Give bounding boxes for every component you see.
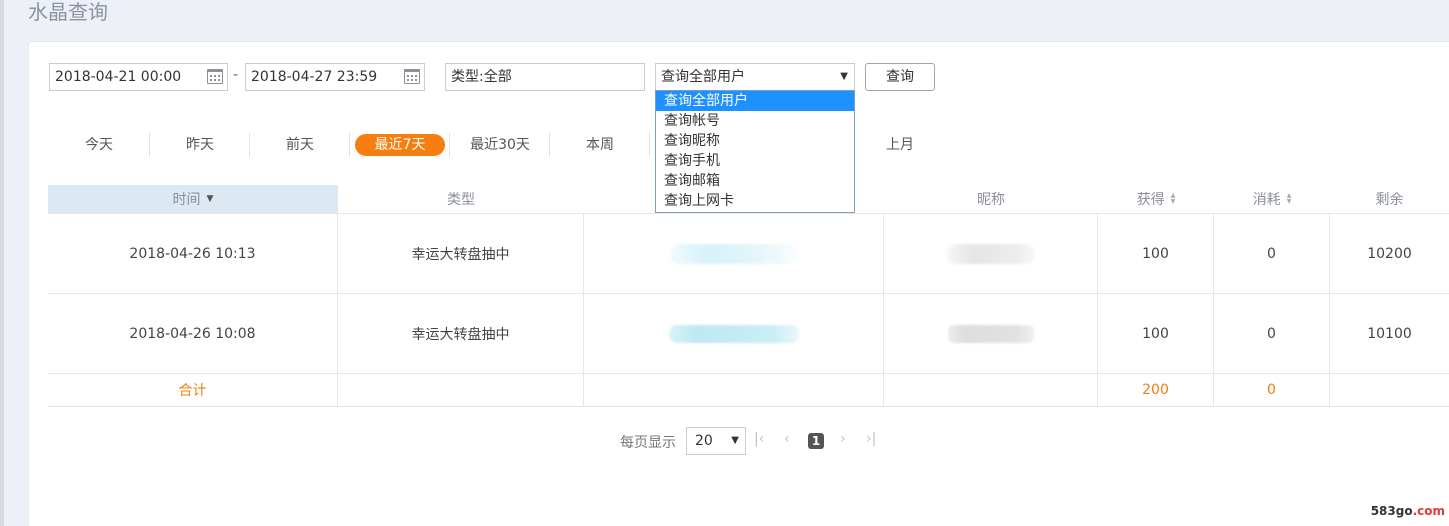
caret-down-icon: ▼ bbox=[840, 71, 848, 82]
end-date-input[interactable]: 2018-04-27 23:59 bbox=[245, 63, 425, 91]
date-range-separator: - bbox=[233, 67, 239, 83]
cell-type: 幸运大转盘抽中 bbox=[338, 294, 584, 373]
current-page[interactable]: 1 bbox=[808, 433, 824, 449]
column-header-label: 获得 bbox=[1136, 192, 1165, 208]
tab-this-week[interactable]: 本周 bbox=[550, 133, 650, 157]
last-page-icon[interactable]: ›| bbox=[866, 431, 876, 447]
cell-gain: 100 bbox=[1098, 214, 1214, 293]
column-header-type: 类型 bbox=[338, 185, 584, 213]
calendar-icon[interactable] bbox=[207, 69, 223, 84]
column-header-gain[interactable]: 获得 ▲ ▼ bbox=[1098, 185, 1214, 213]
total-gain: 200 bbox=[1098, 374, 1214, 406]
redacted-account bbox=[668, 324, 799, 343]
column-header-remaining: 剩余 bbox=[1330, 185, 1449, 213]
column-header-label: 消耗 bbox=[1252, 192, 1281, 208]
cell-remaining: 10200 bbox=[1367, 245, 1412, 262]
column-header-time[interactable]: 时间 ▼ bbox=[48, 185, 338, 213]
dropdown-option[interactable]: 查询帐号 bbox=[656, 111, 854, 131]
watermark: 583go.com bbox=[1371, 504, 1445, 518]
prev-page-icon[interactable]: ‹ bbox=[784, 431, 790, 447]
cell-time: 2018-04-26 10:08 bbox=[48, 294, 338, 373]
tab-label: 最近30天 bbox=[470, 137, 530, 153]
tab-label: 今天 bbox=[85, 137, 113, 153]
redacted-nickname bbox=[947, 324, 1034, 343]
cell-account bbox=[584, 294, 884, 373]
caret-down-icon: ▼ bbox=[731, 435, 739, 446]
dropdown-option[interactable]: 查询全部用户 bbox=[656, 91, 854, 111]
cell-empty bbox=[884, 374, 1098, 406]
tab-yesterday[interactable]: 昨天 bbox=[150, 133, 250, 157]
type-filter-value: 类型:全部 bbox=[451, 69, 512, 85]
dropdown-option[interactable]: 查询邮箱 bbox=[656, 171, 854, 191]
cell-empty bbox=[584, 374, 884, 406]
type-filter-input[interactable]: 类型:全部 bbox=[445, 63, 645, 91]
table-total-row: 合计 200 0 bbox=[48, 374, 1449, 407]
tab-last-7-days[interactable]: 最近7天 bbox=[350, 133, 450, 157]
start-date-value: 2018-04-21 00:00 bbox=[55, 69, 182, 85]
sort-desc-icon: ▼ bbox=[206, 194, 214, 204]
tab-label: 前天 bbox=[286, 137, 314, 153]
cell-nickname bbox=[884, 294, 1098, 373]
tab-label: 最近7天 bbox=[355, 134, 445, 156]
total-label: 合计 bbox=[48, 374, 338, 406]
cell-time: 2018-04-26 10:13 bbox=[48, 214, 338, 293]
cell-gain: 100 bbox=[1098, 294, 1214, 373]
left-sidebar-edge bbox=[0, 0, 4, 526]
cell-account bbox=[584, 214, 884, 293]
user-query-select-value: 查询全部用户 bbox=[661, 69, 745, 85]
cell-type: 幸运大转盘抽中 bbox=[338, 214, 584, 293]
tab-label: 昨天 bbox=[186, 137, 214, 153]
tab-label: 上月 bbox=[886, 137, 914, 153]
redacted-account bbox=[669, 243, 798, 264]
next-page-icon[interactable]: › bbox=[840, 431, 846, 447]
total-cost: 0 bbox=[1214, 374, 1330, 406]
redacted-nickname bbox=[945, 243, 1036, 264]
watermark-main: 583go bbox=[1370, 504, 1413, 518]
tab-last-30-days[interactable]: 最近30天 bbox=[450, 133, 550, 157]
tab-today[interactable]: 今天 bbox=[49, 133, 149, 157]
column-header-label: 昵称 bbox=[977, 192, 1005, 208]
tab-label: 本周 bbox=[586, 137, 614, 153]
tab-day-before[interactable]: 前天 bbox=[250, 133, 350, 157]
table-row: 2018-04-26 10:08 幸运大转盘抽中 100 0 10100 bbox=[48, 294, 1449, 374]
column-header-nickname: 昵称 bbox=[884, 185, 1098, 213]
page-size-value: 20 bbox=[695, 433, 713, 449]
cell-cost: 0 bbox=[1214, 214, 1330, 293]
watermark-suffix: .com bbox=[1412, 504, 1445, 518]
page-size-label: 每页显示 bbox=[620, 435, 676, 451]
cell-cost: 0 bbox=[1214, 294, 1330, 373]
end-date-value: 2018-04-27 23:59 bbox=[251, 69, 378, 85]
start-date-input[interactable]: 2018-04-21 00:00 bbox=[49, 63, 228, 91]
cell-remaining: 10100 bbox=[1367, 325, 1412, 342]
dropdown-option[interactable]: 查询上网卡 bbox=[656, 191, 854, 211]
column-header-cost[interactable]: 消耗 ▲ ▼ bbox=[1214, 185, 1330, 213]
dropdown-option[interactable]: 查询手机 bbox=[656, 151, 854, 171]
tab-last-month[interactable]: 上月 bbox=[850, 133, 950, 157]
cell-empty bbox=[1330, 374, 1449, 406]
column-header-label: 类型 bbox=[447, 192, 475, 208]
page-title: 水晶查询 bbox=[28, 0, 108, 24]
dropdown-option[interactable]: 查询昵称 bbox=[656, 131, 854, 151]
calendar-icon[interactable] bbox=[404, 69, 420, 84]
table-row: 2018-04-26 10:13 幸运大转盘抽中 100 0 10200 bbox=[48, 213, 1449, 294]
query-button[interactable]: 查询 bbox=[865, 63, 935, 91]
first-page-icon[interactable]: |‹ bbox=[754, 431, 764, 447]
cell-empty bbox=[338, 374, 584, 406]
user-query-dropdown: 查询全部用户 查询帐号 查询昵称 查询手机 查询邮箱 查询上网卡 bbox=[655, 90, 855, 213]
column-header-label: 时间 bbox=[172, 192, 201, 208]
user-query-select[interactable]: 查询全部用户 ▼ bbox=[655, 63, 855, 91]
column-header-label: 剩余 bbox=[1375, 192, 1404, 208]
cell-nickname bbox=[884, 214, 1098, 293]
sort-icon: ▲ ▼ bbox=[1286, 192, 1292, 205]
page-size-select[interactable]: 20 ▼ bbox=[686, 427, 746, 455]
sort-icon: ▲ ▼ bbox=[1170, 192, 1176, 205]
